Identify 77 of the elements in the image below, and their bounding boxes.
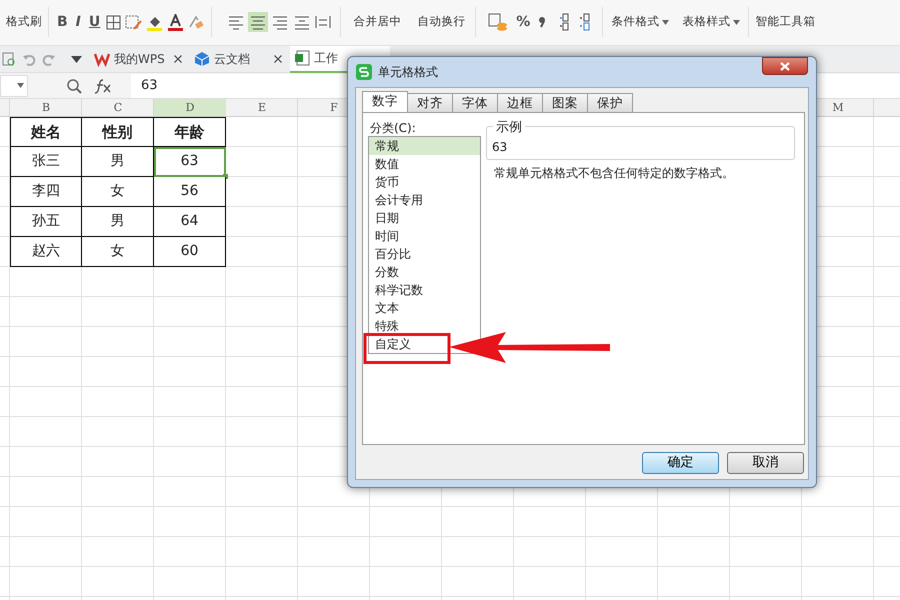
format-painter-button[interactable]: 格式刷 bbox=[6, 13, 42, 31]
tab-label: 我的WPS bbox=[114, 51, 165, 68]
align-icon[interactable] bbox=[248, 12, 268, 32]
column-title: 性别 bbox=[82, 117, 154, 147]
document-tab[interactable]: 我的WPS bbox=[90, 46, 190, 72]
cube-icon bbox=[194, 51, 210, 67]
category-item[interactable]: 数值 bbox=[369, 155, 480, 173]
category-label: 分类(C): bbox=[370, 120, 416, 137]
category-item[interactable]: 文本 bbox=[369, 299, 480, 317]
preview-icon[interactable] bbox=[2, 52, 16, 66]
cancel-button[interactable]: 取消 bbox=[727, 452, 804, 474]
font-color-icon[interactable] bbox=[167, 14, 184, 30]
format-description: 常规单元格格式不包含任何特定的数字格式。 bbox=[494, 165, 734, 182]
table-cell: 63 bbox=[154, 147, 226, 177]
column-header[interactable]: E bbox=[226, 99, 298, 116]
table-cell: 张三 bbox=[10, 147, 82, 177]
column-header[interactable]: C bbox=[82, 99, 154, 116]
column-header[interactable]: D bbox=[154, 99, 226, 116]
category-item[interactable]: 百分比 bbox=[369, 245, 480, 263]
tab-label: 云文档 bbox=[214, 51, 250, 68]
table-cell: 孙五 bbox=[10, 207, 82, 237]
table-cell: 李四 bbox=[10, 177, 82, 207]
zoom-icon[interactable] bbox=[66, 78, 82, 94]
dialog-tab[interactable]: 保护 bbox=[587, 93, 633, 112]
close-button[interactable] bbox=[762, 57, 808, 75]
caret-icon[interactable] bbox=[662, 20, 670, 24]
category-item[interactable]: 分数 bbox=[369, 263, 480, 281]
percent-button[interactable]: % bbox=[514, 12, 532, 32]
category-item[interactable]: 科学记数 bbox=[369, 281, 480, 299]
wps-logo-icon bbox=[94, 51, 110, 67]
underline-button[interactable]: U bbox=[86, 12, 102, 32]
tab-label: 工作 bbox=[314, 50, 338, 67]
category-item[interactable]: 时间 bbox=[369, 227, 480, 245]
category-item[interactable]: 货币 bbox=[369, 173, 480, 191]
caret-icon[interactable] bbox=[733, 20, 740, 24]
table-style-button[interactable]: 表格样式 bbox=[682, 13, 730, 31]
spreadsheet-icon bbox=[294, 50, 310, 66]
category-item[interactable]: 常规 bbox=[369, 137, 480, 155]
currency-coins-icon[interactable] bbox=[488, 13, 508, 31]
category-item[interactable]: 会计专用 bbox=[369, 191, 480, 209]
function-icon[interactable] bbox=[94, 78, 112, 94]
table-cell: 56 bbox=[154, 177, 226, 207]
table-cell: 赵六 bbox=[10, 237, 82, 267]
toolbox-button[interactable]: 智能工具箱 bbox=[755, 13, 816, 31]
dialog-tab[interactable]: 图案 bbox=[542, 93, 588, 112]
table-cell: 60 bbox=[154, 237, 226, 267]
table-cell: 64 bbox=[154, 207, 226, 237]
column-title: 年龄 bbox=[154, 117, 226, 147]
category-item[interactable]: 日期 bbox=[369, 209, 480, 227]
table-cell: 男 bbox=[82, 147, 154, 177]
dialog-tab[interactable]: 边框 bbox=[497, 93, 543, 112]
table-cell: 女 bbox=[82, 177, 154, 207]
dropdown-caret-icon[interactable] bbox=[71, 56, 82, 62]
column-header[interactable]: B bbox=[10, 99, 82, 116]
close-icon[interactable] bbox=[174, 55, 182, 63]
sample-value: 63 bbox=[492, 139, 508, 156]
ok-button[interactable]: 确定 bbox=[642, 452, 719, 474]
column-title: 姓名 bbox=[10, 117, 82, 147]
category-item[interactable]: 特殊 bbox=[369, 317, 480, 335]
italic-button[interactable]: I bbox=[74, 12, 83, 32]
name-box[interactable] bbox=[0, 74, 28, 96]
dialog-tab[interactable]: 字体 bbox=[452, 93, 498, 112]
distribute-icon[interactable] bbox=[314, 13, 332, 31]
conditional-format-button[interactable]: 条件格式 bbox=[611, 13, 660, 31]
table-cell: 男 bbox=[82, 207, 154, 237]
app-logo-icon bbox=[356, 64, 372, 80]
document-tab[interactable]: 云文档 bbox=[190, 46, 290, 72]
close-icon[interactable] bbox=[274, 55, 282, 63]
borders-icon[interactable] bbox=[106, 14, 122, 30]
table-cell: 女 bbox=[82, 237, 154, 267]
comma-icon[interactable] bbox=[538, 16, 546, 28]
dialog-tab[interactable]: 数字 bbox=[362, 91, 408, 112]
bold-button[interactable]: B bbox=[55, 12, 70, 32]
merge-center-button[interactable]: 合并居中 bbox=[353, 13, 402, 31]
grid-pen-icon[interactable] bbox=[125, 14, 142, 30]
dialog-tab[interactable]: 对齐 bbox=[407, 93, 453, 112]
wrap-text-button[interactable]: 自动换行 bbox=[417, 13, 466, 31]
